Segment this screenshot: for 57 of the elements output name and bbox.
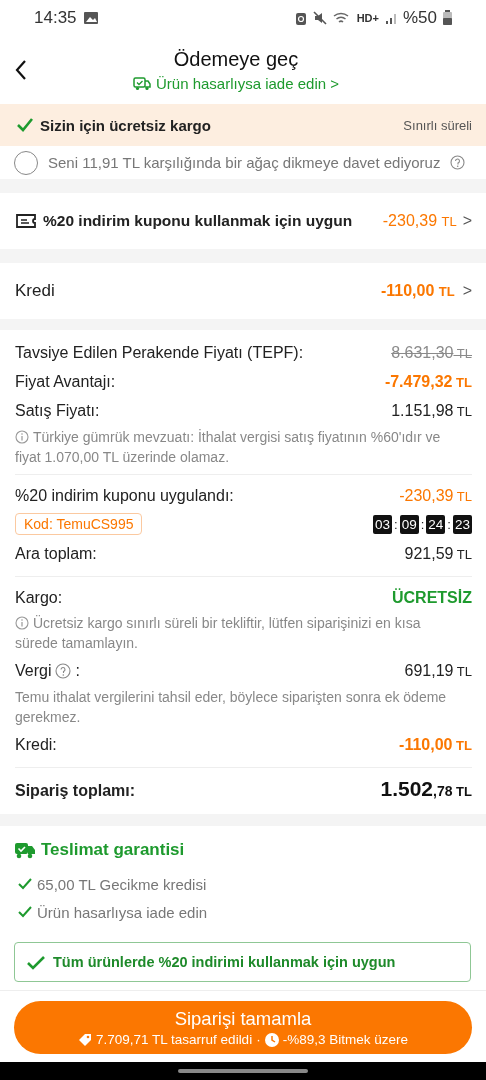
clock: 14:35	[34, 7, 77, 28]
summary-amount: -7.479,32 TL	[384, 372, 472, 393]
summary-note: Temu ithalat vergilerini tahsil eder, böylece siparişten sonra ek ödeme gerekmez.	[15, 688, 448, 728]
image-icon	[82, 10, 99, 25]
tag-icon	[78, 1032, 93, 1047]
tree-offer-text: Seni 11,91 TL karşılığında bir ağaç dikmeye davet ediyoruz	[48, 154, 441, 172]
check-icon	[16, 117, 34, 134]
coupon-code-tag: Kod: TemuCS995	[15, 513, 143, 536]
clock-icon	[264, 1032, 279, 1047]
guarantee-title: Teslimat garantisi	[41, 840, 185, 861]
summary-label: Kargo:	[15, 588, 63, 609]
countdown-digits: 23	[452, 514, 472, 534]
summary-label: Kredi:	[15, 735, 57, 756]
check-icon	[18, 878, 32, 891]
summary-amount: -230,39 TL	[399, 486, 472, 507]
summary-label: :	[75, 661, 80, 682]
help-icon	[450, 155, 466, 171]
countdown-separator: :	[394, 516, 398, 532]
truck-icon	[133, 75, 151, 91]
back-icon	[14, 58, 28, 81]
summary-amount: -110,00 TL	[399, 735, 472, 756]
eligible-text: Tüm ürünlerde %20 indirimi kullanmak için uygun	[53, 954, 396, 971]
summary-label: Ara toplam:	[15, 544, 97, 565]
check-icon	[27, 954, 45, 970]
mute-icon	[312, 10, 327, 25]
summary-amount: 921,59 TL	[404, 544, 472, 565]
summary-label: Sipariş toplamı:	[15, 781, 136, 802]
check-icon	[18, 906, 32, 919]
summary-amount: 8.631,30 TL	[391, 343, 472, 364]
battery-level: %50	[402, 7, 437, 28]
page-title: Ödemeye geç	[173, 47, 299, 71]
summary-amount: 1.151,98 TL	[391, 401, 472, 422]
summary-label: Tavsiye Edilen Perakende Fiyatı (TEPF):	[15, 343, 304, 364]
truck-icon	[15, 841, 35, 859]
return-policy-link[interactable]: Ürün hasarlıysa iade edin >	[133, 74, 339, 92]
limited-time-label: Sınırlı süreli	[403, 117, 472, 133]
summary-label: Vergi	[15, 661, 52, 682]
battery-icon	[443, 10, 452, 26]
summary-note: Ücretsiz kargo sınırlı süreli bir tekliftir, lütfen siparişinizi en kısa sürede tamamlayın.	[15, 614, 422, 654]
countdown-separator: :	[447, 516, 451, 532]
summary-label: Satış Fiyatı:	[15, 401, 100, 422]
network-type: HD+	[356, 11, 379, 24]
guarantee-item: Ürün hasarlıysa iade edin	[37, 903, 208, 921]
countdown-digits: 24	[426, 514, 446, 534]
countdown-separator: :	[420, 516, 425, 532]
summary-amount: 691,19 TL	[404, 661, 472, 682]
summary-label: Fiyat Avantajı:	[15, 372, 116, 393]
summary-amount: ÜCRETSİZ	[392, 587, 472, 609]
countdown-digits: 09	[399, 514, 419, 534]
free-shipping-text: Sizin için ücretsiz kargo	[40, 116, 212, 134]
guarantee-item: 65,00 TL Gecikme kredisi	[37, 875, 207, 893]
ticket-icon	[15, 212, 37, 231]
summary-label: %20 indirim kuponu uygulandı:	[15, 486, 234, 507]
wifi-icon	[332, 10, 351, 25]
countdown-digits: 03	[373, 514, 393, 534]
summary-note: Türkiye gümrük mevzuatı: İthalat vergisi satış fiyatının %60'ıdır ve fiyat 1.070,00 TL üzerinde olamaz.	[15, 428, 442, 468]
summary-amount: 1.502,78 TL	[380, 776, 472, 803]
